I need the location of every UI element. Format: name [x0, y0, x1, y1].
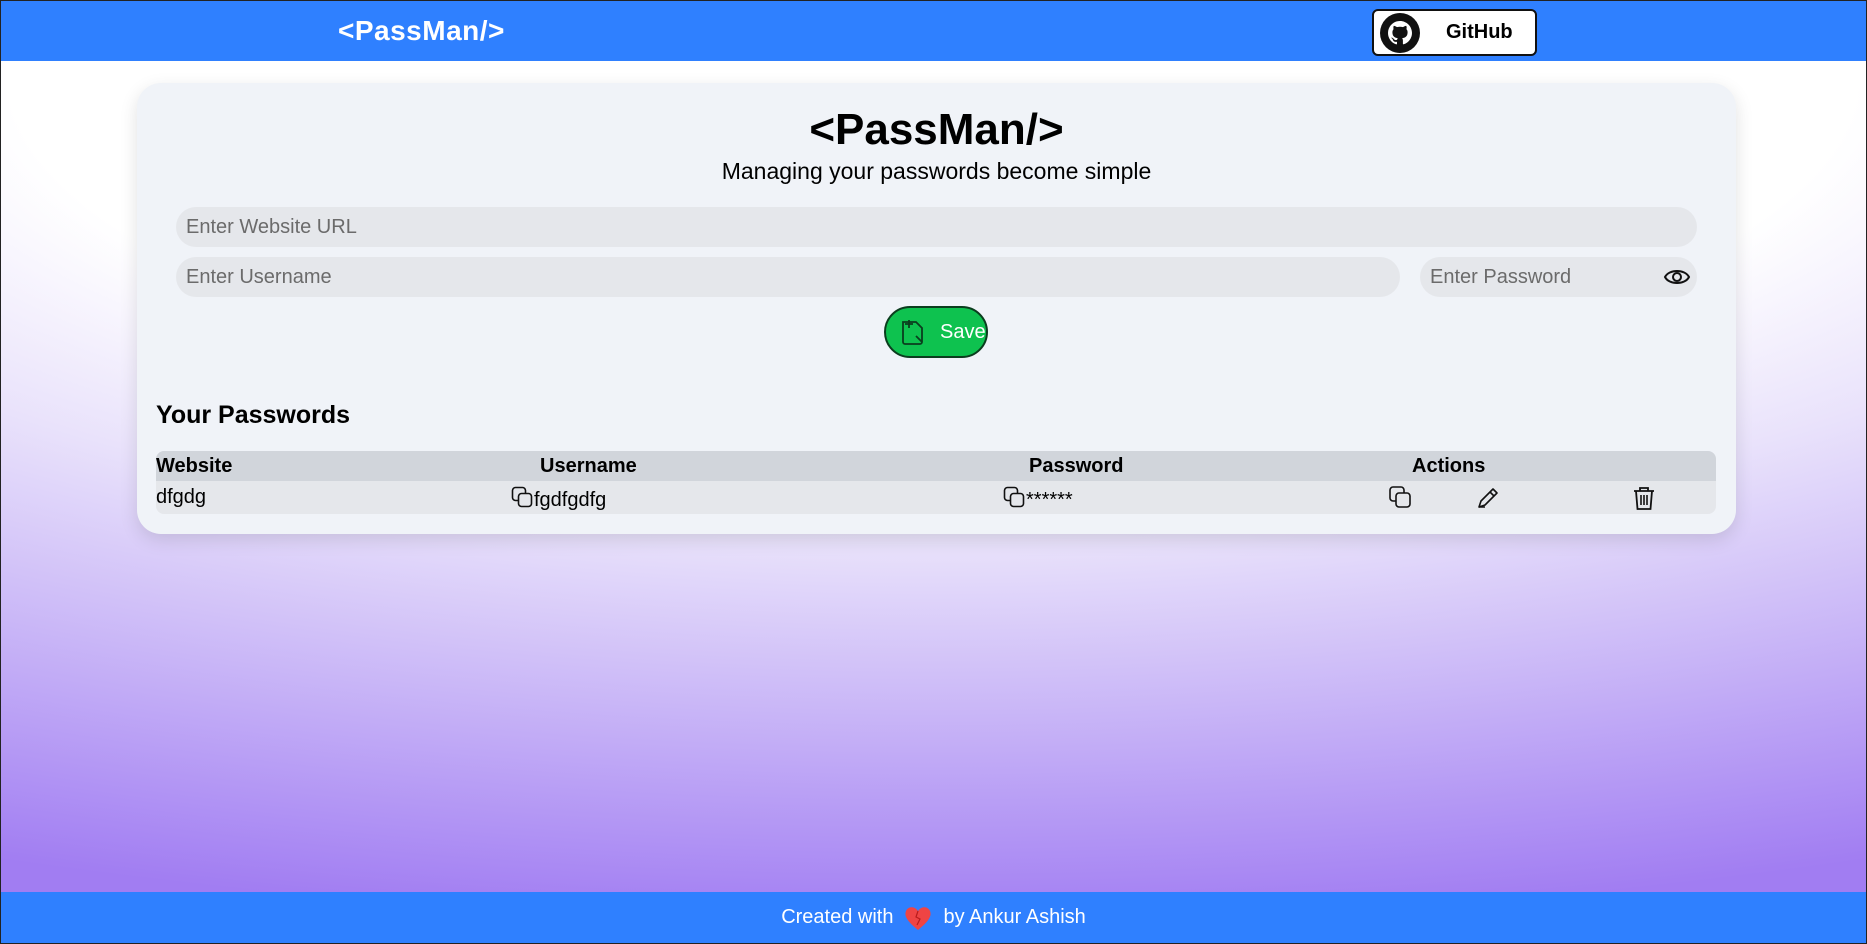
trash-icon[interactable] — [1631, 484, 1657, 512]
navbar: <PassMan/> GitHub — [1, 1, 1866, 61]
table-row: dfgdg fgdfgdfg ****** — [156, 481, 1716, 514]
password-manager-card: <PassMan/> Managing your passwords becom… — [137, 83, 1736, 534]
page-title: <PassMan/> — [809, 105, 1064, 154]
edit-icon[interactable] — [1474, 484, 1500, 512]
password-cell: ****** — [1003, 486, 1073, 512]
table-header: Website Username Password Actions — [156, 451, 1716, 481]
password-field — [1420, 257, 1697, 297]
save-label: Save — [940, 320, 986, 343]
heart-icon — [905, 906, 932, 930]
footer: Created with by Ankur Ashish — [1, 892, 1866, 943]
website-url-input[interactable] — [176, 207, 1697, 247]
copy-icon[interactable] — [1388, 484, 1414, 512]
nav-logo[interactable]: <PassMan/> — [338, 15, 505, 47]
add-note-icon — [902, 320, 923, 345]
eye-icon[interactable] — [1663, 265, 1691, 289]
password-input[interactable] — [1420, 257, 1697, 297]
copy-icon[interactable] — [1003, 486, 1026, 509]
column-header-username: Username — [540, 455, 637, 477]
username-value: fgdfgdfg — [534, 489, 607, 511]
column-header-website: Website — [156, 455, 233, 477]
github-icon — [1380, 12, 1420, 53]
footer-suffix: by Ankur Ashish — [943, 906, 1086, 928]
page-subtitle: Managing your passwords become simple — [721, 158, 1152, 184]
username-cell: fgdfgdfg — [511, 486, 606, 512]
website-cell: dfgdg — [156, 486, 207, 508]
section-title: Your Passwords — [156, 401, 351, 429]
passwords-table: Website Username Password Actions dfgdg … — [156, 451, 1716, 514]
copy-icon[interactable] — [511, 486, 534, 509]
password-value: ****** — [1026, 489, 1073, 511]
column-header-password: Password — [1029, 455, 1124, 477]
github-button[interactable]: GitHub — [1372, 9, 1537, 56]
username-input[interactable] — [176, 257, 1400, 297]
save-button[interactable]: Save — [884, 306, 988, 358]
column-header-actions: Actions — [1412, 455, 1486, 477]
github-label: GitHub — [1446, 21, 1513, 43]
footer-prefix: Created with — [781, 906, 894, 928]
